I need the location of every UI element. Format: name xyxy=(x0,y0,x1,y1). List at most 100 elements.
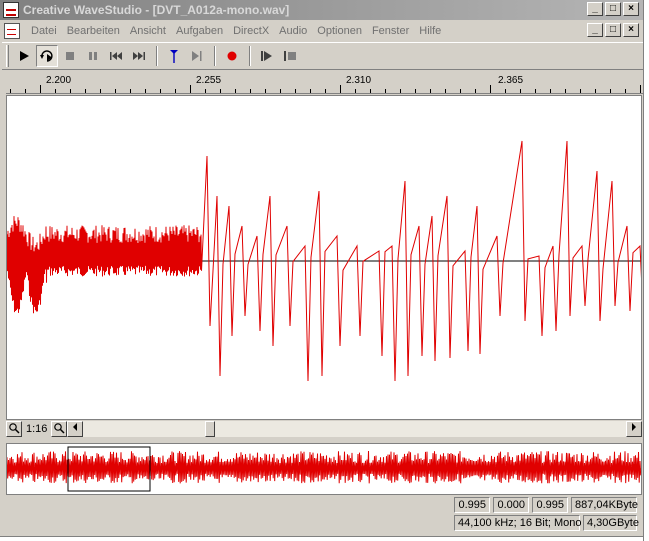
ruler-tick xyxy=(595,89,596,93)
ruler-tick xyxy=(250,89,251,93)
ruler-tick xyxy=(340,85,341,93)
ruler-tick xyxy=(460,89,461,93)
scroll-thumb[interactable] xyxy=(205,420,216,437)
menu-datei[interactable]: Datei xyxy=(26,25,62,37)
stop-button[interactable] xyxy=(59,45,81,67)
record-icon xyxy=(227,51,237,61)
ruler-tick xyxy=(100,89,101,93)
ruler-tick xyxy=(295,89,296,93)
pause-icon xyxy=(89,52,97,60)
ruler-tick xyxy=(355,89,356,93)
arrow-right-icon xyxy=(632,422,636,431)
previous-button[interactable] xyxy=(105,45,127,67)
status-row-selection: 0.995 0.000 0.995 887,04KByte xyxy=(454,497,638,513)
ruler-tick xyxy=(430,89,431,93)
time-ruler[interactable]: 2.200 2.255 2.310 2.365 xyxy=(6,72,643,94)
next-button[interactable] xyxy=(128,45,150,67)
ruler-tick xyxy=(625,89,626,93)
ruler-tick xyxy=(415,89,416,93)
zoom-level: 1:16 xyxy=(26,422,48,435)
menu-aufgaben[interactable]: Aufgaben xyxy=(171,25,228,37)
stop-icon xyxy=(66,52,74,60)
waveform-canvas[interactable] xyxy=(7,96,641,419)
close-button[interactable]: × xyxy=(623,2,639,16)
ruler-label: 2.255 xyxy=(196,75,222,86)
magnifier-icon xyxy=(9,422,20,434)
overview-canvas[interactable] xyxy=(6,444,642,494)
ruler-tick xyxy=(55,89,56,93)
ruler-tick xyxy=(520,89,521,93)
menu-ansicht[interactable]: Ansicht xyxy=(125,25,171,37)
ruler-tick xyxy=(385,89,386,93)
marker-icon xyxy=(170,50,178,63)
ruler-tick xyxy=(280,89,281,93)
arrow-left-icon xyxy=(73,422,78,431)
ruler-tick xyxy=(550,89,551,93)
taskbar-edge xyxy=(0,536,643,541)
play-icon xyxy=(20,51,29,61)
doc-close-button[interactable]: × xyxy=(623,23,639,37)
menu-optionen[interactable]: Optionen xyxy=(312,25,367,37)
menu-bearbeiten[interactable]: Bearbeiten xyxy=(62,25,125,37)
scroll-left-button[interactable] xyxy=(67,420,84,437)
ruler-tick xyxy=(175,89,176,93)
stop-selection-icon xyxy=(284,51,296,61)
ruler-tick xyxy=(370,89,371,93)
ruler-label: 2.365 xyxy=(498,75,524,86)
toolbar-grip[interactable] xyxy=(6,45,9,67)
marker-button[interactable] xyxy=(163,45,185,67)
ruler-tick xyxy=(25,89,26,93)
document-icon[interactable] xyxy=(4,22,20,39)
free-disk-space: 4,30GByte xyxy=(583,515,639,531)
title-bar[interactable]: Creative WaveStudio - [DVT_A012a-mono.wa… xyxy=(0,0,643,20)
magnifier-icon xyxy=(54,422,65,434)
ruler-tick xyxy=(640,85,641,93)
transport-toolbar xyxy=(2,42,643,70)
ruler-tick xyxy=(130,89,131,93)
ruler-tick xyxy=(160,89,161,93)
loop-play-button[interactable] xyxy=(36,45,58,67)
menu-fenster[interactable]: Fenster xyxy=(367,25,414,37)
file-size: 887,04KByte xyxy=(571,497,638,513)
wavestudio-window: Creative WaveStudio - [DVT_A012a-mono.wa… xyxy=(0,0,643,541)
stop-selection-button[interactable] xyxy=(279,45,301,67)
app-icon[interactable] xyxy=(3,2,19,18)
play-button[interactable] xyxy=(13,45,35,67)
waveform-view[interactable] xyxy=(6,95,642,420)
menu-hilfe[interactable]: Hilfe xyxy=(414,25,446,37)
pause-button[interactable] xyxy=(82,45,104,67)
scroll-right-button[interactable] xyxy=(626,420,642,437)
ruler-label: 2.200 xyxy=(46,75,72,86)
window-title: Creative WaveStudio - [DVT_A012a-mono.wa… xyxy=(23,3,290,17)
menu-directx[interactable]: DirectX xyxy=(228,25,274,37)
overview-trace xyxy=(6,450,642,484)
selection-length: 0.000 xyxy=(493,497,529,513)
ruler-tick xyxy=(145,89,146,93)
selection-end: 0.995 xyxy=(532,497,568,513)
doc-minimize-button[interactable]: _ xyxy=(587,23,603,37)
menu-audio[interactable]: Audio xyxy=(274,25,312,37)
zoom-in-button[interactable] xyxy=(6,420,22,437)
selection-start: 0.995 xyxy=(454,497,490,513)
play-to-marker-button[interactable] xyxy=(186,45,208,67)
ruler-tick xyxy=(535,89,536,93)
record-button[interactable] xyxy=(221,45,243,67)
ruler-tick xyxy=(40,85,41,93)
ruler-tick xyxy=(580,89,581,93)
skip-back-icon xyxy=(110,52,122,60)
ruler-tick xyxy=(205,89,206,93)
minimize-button[interactable]: _ xyxy=(587,2,603,16)
zoom-scroll-bar: 1:16 xyxy=(6,420,642,437)
waveform-overview[interactable] xyxy=(6,443,642,495)
play-selection-button[interactable] xyxy=(256,45,278,67)
ruler-tick xyxy=(265,89,266,93)
doc-restore-button[interactable]: □ xyxy=(605,23,621,37)
maximize-button[interactable]: □ xyxy=(605,2,621,16)
ruler-tick xyxy=(475,89,476,93)
horizontal-scroll-track[interactable] xyxy=(83,420,626,437)
play-selection-icon xyxy=(261,51,272,61)
ruler-tick xyxy=(70,89,71,93)
ruler-tick xyxy=(10,89,11,93)
ruler-tick xyxy=(235,89,236,93)
zoom-out-button[interactable] xyxy=(51,420,68,437)
